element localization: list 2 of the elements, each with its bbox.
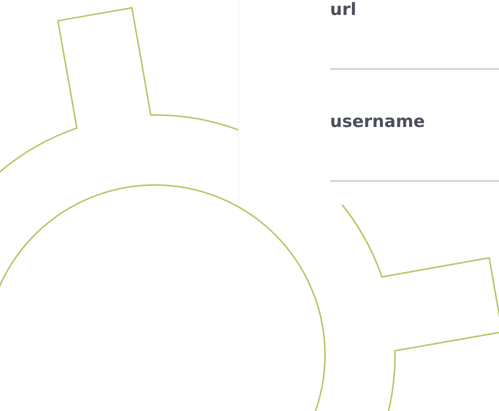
- field-label: username: [330, 112, 426, 132]
- field-label: url: [330, 0, 358, 20]
